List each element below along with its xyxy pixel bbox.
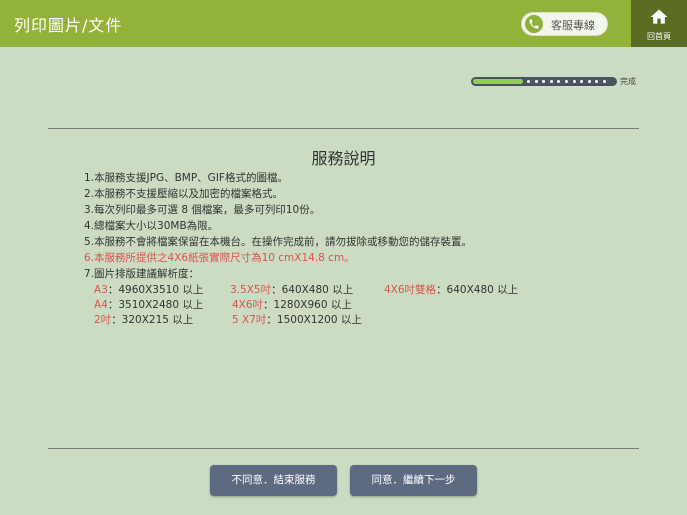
- resolution-item: 4X6吋雙格：640X480 以上: [384, 282, 518, 297]
- header-bar: 列印圖片/文件 客服專線 回首頁: [0, 0, 687, 47]
- progress-step-dot: [572, 80, 576, 83]
- resolution-size: 5 X7吋: [232, 314, 267, 326]
- progress-step-dot: [595, 80, 599, 83]
- agree-button[interactable]: 同意．繼續下一步: [350, 465, 477, 496]
- resolution-size: 4X6吋: [232, 299, 264, 311]
- resolution-item: 2吋：320X215 以上: [94, 312, 193, 327]
- resolution-item: 4X6吋：1280X960 以上: [232, 297, 352, 312]
- customer-service-label: 客服專線: [551, 19, 595, 32]
- progress-step-dot: [603, 80, 606, 83]
- app-title: 列印圖片/文件: [14, 16, 123, 35]
- resolution-value: ：1280X960 以上: [263, 299, 352, 311]
- progress-step-dot: [534, 80, 538, 83]
- resolution-value: ：3510X2480 以上: [107, 299, 204, 311]
- resolution-size: 3.5X5吋: [230, 284, 272, 296]
- page-title: 服務說明: [311, 149, 376, 168]
- home-button[interactable]: 回首頁: [631, 0, 687, 47]
- resolution-size: 4X6吋雙格: [384, 284, 437, 296]
- resolution-item: A4：3510X2480 以上: [94, 297, 203, 312]
- resolution-value: ：640X480 以上: [436, 284, 519, 296]
- resolution-item: 5 X7吋：1500X1200 以上: [232, 312, 362, 327]
- progress-fill: [473, 79, 523, 84]
- divider-top: [48, 128, 639, 129]
- rule-item: 3.每次列印最多可選 8 個檔案，最多可列印10份。: [84, 204, 321, 216]
- rule-item: 7.圖片排版建議解析度：: [84, 268, 200, 280]
- divider-bottom: [48, 448, 639, 449]
- resolution-value: ：640X480 以上: [271, 284, 354, 296]
- progress-step-dot: [549, 80, 553, 83]
- disagree-button[interactable]: 不同意．結束服務: [210, 465, 337, 496]
- rule-item: 5.本服務不會將檔案保留在本機台。在操作完成前，請勿拔除或移動您的儲存裝置。: [84, 236, 473, 248]
- progress-step-dot: [542, 80, 546, 83]
- customer-service-button[interactable]: 客服專線: [521, 12, 608, 36]
- progress-step-dot: [587, 80, 591, 83]
- rule-item: 1.本服務支援JPG、BMP、GIF格式的圖檔。: [84, 172, 288, 184]
- rule-item: 4.總檔案大小以30MB為限。: [84, 220, 219, 232]
- rule-item: 2.本服務不支援壓縮以及加密的檔案格式。: [84, 188, 284, 200]
- resolution-size: 2吋: [94, 314, 112, 326]
- resolution-value: ：320X215 以上: [111, 314, 194, 326]
- home-label: 回首頁: [647, 32, 671, 41]
- resolution-size: A4: [94, 299, 108, 311]
- resolution-value: ：1500X1200 以上: [266, 314, 362, 326]
- resolution-size: A3: [94, 284, 108, 296]
- home-icon: [650, 9, 668, 24]
- progress-bar: [471, 77, 617, 86]
- progress-step-dot: [527, 80, 530, 83]
- progress-step-dot: [557, 80, 561, 83]
- resolution-item: A3：4960X3510 以上: [94, 282, 203, 297]
- phone-icon: [525, 15, 543, 33]
- progress-label: 完成: [620, 77, 636, 86]
- progress-step-dot: [580, 80, 584, 83]
- resolution-item: 3.5X5吋：640X480 以上: [230, 282, 353, 297]
- resolution-value: ：4960X3510 以上: [107, 284, 204, 296]
- rule-item-highlight: 6.本服務所提供之4X6紙張實際尺寸為10 cmX14.8 cm。: [84, 252, 355, 264]
- progress-step-dot: [565, 80, 568, 83]
